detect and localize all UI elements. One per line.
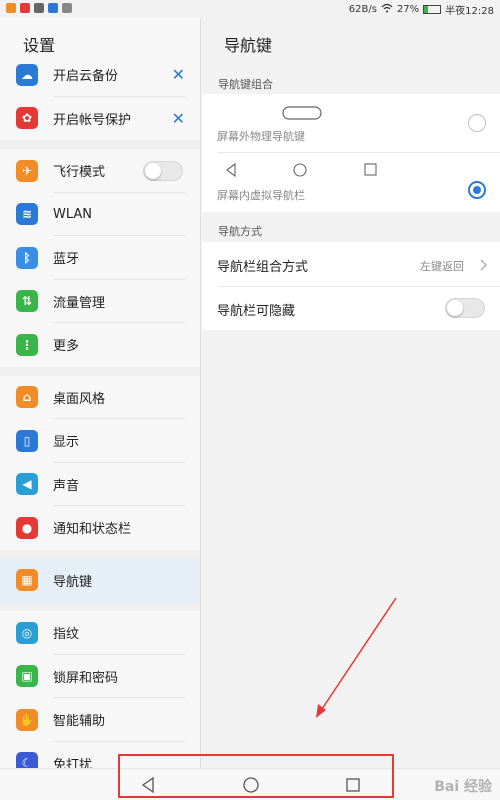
data-usage-icon: ⇅ xyxy=(16,290,38,313)
sidebar-item-label: 开启帐号保护 xyxy=(53,112,132,128)
sidebar-item-9[interactable]: ◀ 声音 xyxy=(0,463,200,506)
status-bar: 62B/s 27% 半夜12:28 xyxy=(0,0,500,18)
section-header-nav-method: 导航方式 xyxy=(218,225,262,238)
wifi-icon: ≋ xyxy=(16,203,38,226)
sidebar-item-label: 导航键 xyxy=(53,574,93,590)
sidebar-item-label: 飞行模式 xyxy=(53,165,106,181)
sidebar-item-label: 桌面风格 xyxy=(53,391,106,407)
sidebar-item-label: 开启云备份 xyxy=(53,69,119,85)
more-icon: ⋮ xyxy=(16,333,38,356)
virtual-navbar-preview-icon xyxy=(226,163,377,177)
clock: 半夜12:28 xyxy=(445,6,494,17)
navbar-hideable-toggle[interactable] xyxy=(445,298,485,318)
fingerprint-icon: ◎ xyxy=(16,621,38,644)
gallery-notification-icon xyxy=(62,3,72,13)
sidebar-item-3[interactable]: ≋ WLAN xyxy=(0,193,200,236)
sidebar-item-4[interactable]: ᛒ 蓝牙 xyxy=(0,236,200,280)
sidebar-item-5[interactable]: ⇅ 流量管理 xyxy=(0,280,200,323)
nav-combo-card: 屏幕外物理导航键 屏幕内虚拟导航栏 xyxy=(202,94,500,212)
cloud-notification-icon xyxy=(48,3,58,13)
sound-icon: ◀ xyxy=(16,473,38,496)
detail-title: 导航键 xyxy=(224,36,273,55)
sidebar-item-11[interactable]: ▦ 导航键 xyxy=(0,558,200,602)
sidebar-item-label: WLAN xyxy=(53,206,93,222)
nav-key-icon: ▦ xyxy=(16,569,38,592)
sidebar-item-label: 智能辅助 xyxy=(53,714,106,730)
toggle-knob xyxy=(447,300,463,316)
group-gap xyxy=(0,602,200,611)
radio-physical-keys[interactable] xyxy=(468,114,486,132)
sidebar-item-label: 锁屏和密码 xyxy=(53,670,119,686)
option-virtual-navbar-label: 屏幕内虚拟导航栏 xyxy=(217,189,305,202)
bluetooth-icon: ᛒ xyxy=(16,246,38,269)
radio-virtual-navbar[interactable] xyxy=(468,181,486,199)
group-gap xyxy=(0,549,200,559)
sidebar-item-1[interactable]: ✿ 开启帐号保护 ✕ xyxy=(0,97,200,141)
sidebar-item-7[interactable]: ⌂ 桌面风格 xyxy=(0,376,200,419)
navbar-combo-method-label: 导航栏组合方式 xyxy=(217,260,309,275)
sidebar-item-label: 流量管理 xyxy=(53,295,106,311)
close-icon[interactable]: ✕ xyxy=(172,65,185,84)
sidebar-item-label: 蓝牙 xyxy=(53,252,80,268)
sidebar-item-6[interactable]: ⋮ 更多 xyxy=(0,323,200,367)
group-gap xyxy=(0,366,200,376)
sidebar-item-0[interactable]: ☁ 开启云备份 ✕ xyxy=(0,53,200,97)
sidebar-item-label: 通知和状态栏 xyxy=(53,522,132,538)
sidebar-item-label: 免打扰 xyxy=(53,757,93,768)
navbar-combo-method-value: 左键返回 xyxy=(420,260,464,273)
airplane-mode-toggle[interactable] xyxy=(143,160,183,181)
chevron-right-icon xyxy=(480,259,487,271)
sidebar-item-label: 声音 xyxy=(53,478,80,494)
physical-key-pill-icon xyxy=(282,106,322,120)
airplane-icon: ✈ xyxy=(16,159,38,182)
close-icon[interactable]: ✕ xyxy=(172,109,185,128)
sidebar-item-label: 指纹 xyxy=(53,627,80,643)
group-gap xyxy=(0,140,200,149)
sidebar-item-14[interactable]: ✋ 智能辅助 xyxy=(0,698,200,742)
status-left-icons xyxy=(6,3,72,13)
lock-icon: ▣ xyxy=(16,665,38,688)
section-header-nav-combo: 导航键组合 xyxy=(218,78,273,91)
moon-icon: ☾ xyxy=(16,752,38,768)
huawei-icon: ✿ xyxy=(16,107,38,130)
battery-percent: 27% xyxy=(396,4,420,15)
notification-icon: ● xyxy=(16,516,38,539)
sidebar-item-10[interactable]: ● 通知和状态栏 xyxy=(0,506,200,550)
nav-method-card: 导航栏组合方式 左键返回 导航栏可隐藏 xyxy=(202,242,500,330)
navbar-hideable-label: 导航栏可隐藏 xyxy=(217,304,296,319)
option-physical-keys[interactable]: 屏幕外物理导航键 xyxy=(202,94,500,152)
status-right: 62B/s 27% 半夜12:28 xyxy=(349,2,494,17)
option-physical-keys-label: 屏幕外物理导航键 xyxy=(217,130,305,143)
sidebar-item-2[interactable]: ✈ 飞行模式 xyxy=(0,149,200,193)
network-speed: 62B/s xyxy=(348,4,377,15)
option-virtual-navbar[interactable]: 屏幕内虚拟导航栏 xyxy=(202,153,500,212)
sidebar-item-label: 显示 xyxy=(53,435,80,451)
wifi-signal-icon xyxy=(381,3,393,16)
battery-icon xyxy=(423,5,442,14)
notification-app-icon xyxy=(20,3,30,13)
row-navbar-hideable[interactable]: 导航栏可隐藏 xyxy=(202,287,500,330)
key-icon xyxy=(34,3,44,13)
sidebar-item-8[interactable]: ▯ 显示 xyxy=(0,419,200,463)
battery-fill xyxy=(424,6,429,13)
sidebar-item-13[interactable]: ▣ 锁屏和密码 xyxy=(0,655,200,698)
cloud-backup-icon: ☁ xyxy=(16,63,38,86)
notification-app-icon xyxy=(6,3,16,13)
nav-key-detail-panel: 导航键 导航键组合 屏幕外物理导航键 屏幕内虚拟导航栏 导航方式 导航栏组合方式 xyxy=(202,18,500,768)
annotation-highlight-box xyxy=(118,754,394,798)
settings-list-panel: 设置 ☁ 开启云备份 ✕ ✿ 开启帐号保护 ✕ ✈ 飞行模式 ≋ WLAN ᛒ 蓝牙 ⇅ 流量管理 ⋮ 更多 ⌂… xyxy=(0,18,201,768)
row-navbar-combo-method[interactable]: 导航栏组合方式 左键返回 xyxy=(202,242,500,286)
hand-icon: ✋ xyxy=(16,708,38,731)
settings-list: ☁ 开启云备份 ✕ ✿ 开启帐号保护 ✕ ✈ 飞行模式 ≋ WLAN ᛒ 蓝牙 ⇅ 流量管理 ⋮ 更多 ⌂ 桌面风… xyxy=(0,53,200,768)
sidebar-item-label: 更多 xyxy=(53,339,80,355)
display-icon: ▯ xyxy=(16,429,38,452)
sidebar-item-12[interactable]: ◎ 指纹 xyxy=(0,611,200,655)
watermark: Bai 经验 xyxy=(434,779,492,795)
home-style-icon: ⌂ xyxy=(16,386,38,409)
